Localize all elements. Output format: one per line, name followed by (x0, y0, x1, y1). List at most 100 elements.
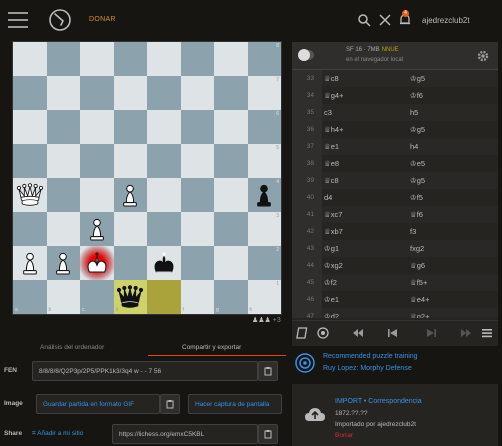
white-move[interactable]: ♔f2 (322, 278, 410, 287)
square-d5[interactable] (113, 144, 147, 178)
square-g7[interactable] (214, 76, 248, 110)
tab-computer-analysis[interactable]: Análisis del ordenador (40, 344, 104, 351)
square-a2[interactable] (13, 246, 47, 280)
white-pawn-piece[interactable] (80, 212, 114, 246)
donate-link[interactable]: DONAR (89, 16, 116, 23)
white-move[interactable]: c3 (322, 108, 410, 117)
white-move[interactable]: ♕c8 (322, 176, 410, 185)
white-queen-piece[interactable] (13, 178, 47, 212)
square-b4[interactable] (46, 178, 80, 212)
white-move[interactable]: ♔xg2 (322, 261, 410, 270)
black-move[interactable]: ♔g5 (410, 74, 498, 83)
first-move-icon[interactable] (352, 326, 366, 340)
square-h1[interactable]: 1h (247, 280, 281, 314)
square-a1[interactable]: a (13, 280, 47, 314)
square-b1[interactable]: b (46, 280, 80, 314)
square-g3[interactable] (214, 212, 248, 246)
black-move[interactable]: h5 (410, 108, 498, 117)
square-g2[interactable] (214, 246, 248, 280)
square-a6[interactable] (13, 110, 47, 144)
square-g6[interactable] (214, 110, 248, 144)
square-f8[interactable] (180, 42, 214, 76)
puzzle-title[interactable]: Recommended puzzle training (323, 353, 418, 360)
white-move[interactable]: ♔d2 (322, 312, 410, 318)
black-move[interactable]: ♔e5 (410, 159, 498, 168)
square-h4[interactable]: 4 (247, 178, 282, 212)
black-move[interactable]: h4 (410, 142, 498, 151)
square-a5[interactable] (13, 144, 47, 178)
square-e2[interactable] (147, 246, 181, 280)
square-b2[interactable] (46, 246, 81, 280)
engine-toggle[interactable] (298, 49, 314, 61)
black-move[interactable]: f3 (410, 227, 498, 236)
square-d2[interactable] (113, 246, 147, 280)
square-d8[interactable] (113, 42, 147, 76)
gear-icon[interactable] (476, 49, 490, 63)
black-queen-piece[interactable] (114, 280, 148, 314)
square-f6[interactable] (180, 110, 214, 144)
black-move[interactable]: ♕f6 (410, 210, 498, 219)
embed-link[interactable]: ⌗ Añadir a mi sitio (32, 430, 83, 438)
square-e5[interactable] (147, 144, 181, 178)
square-b7[interactable] (46, 76, 80, 110)
square-c7[interactable] (80, 76, 114, 110)
white-pawn-piece[interactable] (13, 246, 47, 280)
square-f5[interactable] (180, 144, 214, 178)
square-e7[interactable] (147, 76, 181, 110)
lichess-logo-icon[interactable] (48, 8, 72, 32)
black-move[interactable]: ♔f6 (410, 91, 498, 100)
white-move[interactable]: ♔e1 (322, 295, 410, 304)
black-move[interactable]: ♔g5 (410, 125, 498, 134)
square-e6[interactable] (147, 110, 181, 144)
square-e1[interactable]: e (147, 280, 181, 314)
black-move[interactable]: ♔f5 (410, 193, 498, 202)
save-gif-button[interactable]: Guardar partida en formato GIF (36, 394, 160, 414)
black-move[interactable]: ♕g2+ (410, 312, 498, 318)
copy-fen-button[interactable] (258, 361, 278, 381)
square-f4[interactable] (180, 178, 214, 212)
white-move[interactable]: d4 (322, 193, 410, 202)
square-c1[interactable]: c (80, 280, 114, 314)
square-a7[interactable] (13, 76, 47, 110)
delete-link[interactable]: Borrar (335, 432, 353, 439)
puzzle-opening[interactable]: Ruy Lopez: Morphy Defense (323, 365, 412, 372)
square-h8[interactable]: 8 (247, 42, 281, 76)
white-move[interactable]: ♕e8 (322, 159, 410, 168)
square-g8[interactable] (214, 42, 248, 76)
black-king-piece[interactable] (147, 246, 181, 280)
square-f2[interactable] (180, 246, 214, 280)
black-move[interactable]: ♕g6 (410, 261, 498, 270)
gif-options-button[interactable] (160, 394, 180, 414)
square-b6[interactable] (46, 110, 80, 144)
square-g1[interactable]: g (214, 280, 248, 314)
next-move-icon[interactable] (424, 326, 438, 340)
white-move[interactable]: ♕xc7 (322, 210, 410, 219)
user-menu[interactable]: ajedrezclub2t (422, 16, 470, 25)
book-icon[interactable] (296, 326, 310, 340)
white-move[interactable]: ♕h4+ (322, 125, 410, 134)
black-move[interactable]: ♕f5+ (410, 278, 498, 287)
square-d4[interactable] (113, 178, 147, 212)
target-icon[interactable] (316, 326, 330, 340)
square-b3[interactable] (46, 212, 80, 246)
square-a3[interactable] (13, 212, 47, 246)
black-move[interactable]: ♕e4+ (410, 295, 498, 304)
menu-icon[interactable] (8, 12, 28, 28)
white-pawn-piece[interactable] (47, 246, 81, 280)
import-title[interactable]: IMPORT • Correspondencia (335, 398, 422, 405)
square-g5[interactable] (214, 144, 248, 178)
square-h5[interactable]: 5 (247, 144, 281, 178)
square-e3[interactable] (147, 212, 181, 246)
square-e4[interactable] (147, 178, 181, 212)
square-h3[interactable]: 3 (247, 212, 281, 246)
square-f1[interactable]: f (180, 280, 214, 314)
black-pawn-piece[interactable] (248, 178, 282, 212)
white-move[interactable]: ♕g4+ (322, 91, 410, 100)
square-h2[interactable]: 2 (247, 246, 281, 280)
screenshot-button[interactable]: Hacer captura de pantalla (188, 394, 282, 414)
white-king-piece[interactable] (80, 246, 114, 280)
square-d1[interactable]: d (113, 280, 148, 314)
white-move[interactable]: ♕e1 (322, 142, 410, 151)
fen-input[interactable]: 8/8/8/8/Q2P3p/2P5/PPK1k3/3q4 w - - 7 56 (32, 361, 258, 381)
square-c3[interactable] (80, 212, 114, 246)
